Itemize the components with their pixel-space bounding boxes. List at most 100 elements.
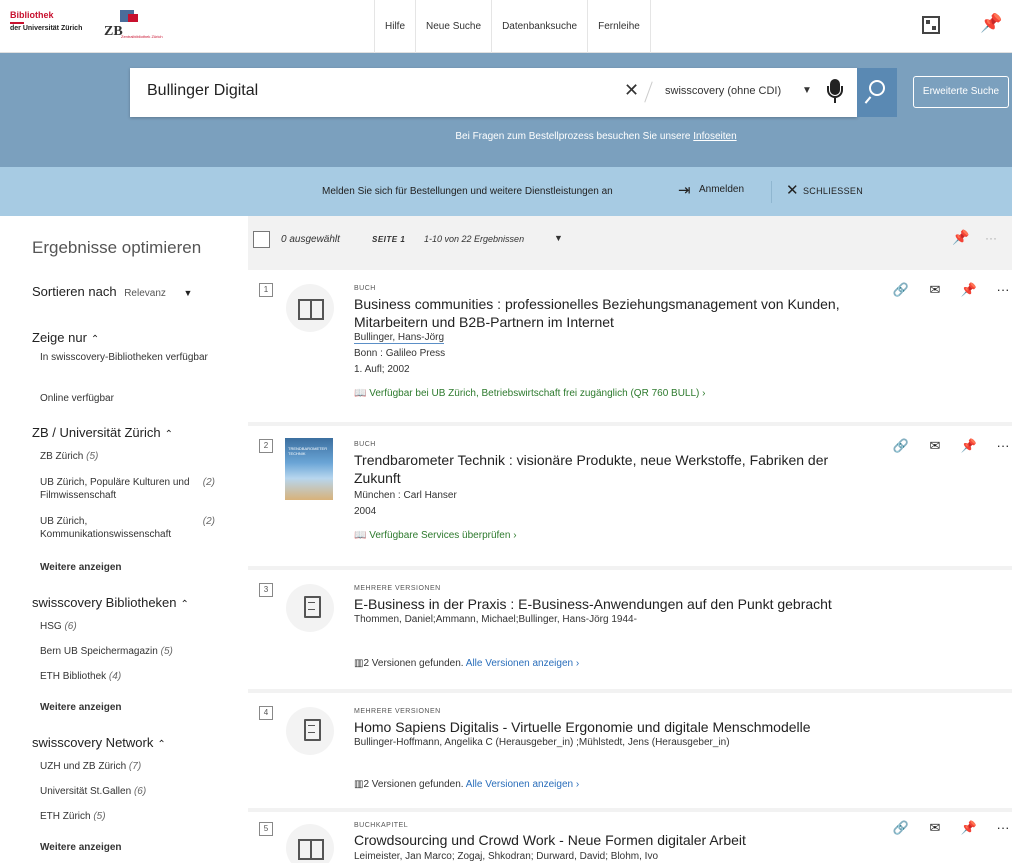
result-actions: 🔗 ✉ 📌 ··· <box>884 438 1012 454</box>
result-actions: 🔗 ✉ 📌 ··· <box>884 282 1012 298</box>
facet-heading-show-only[interactable]: Zeige nur ⌃ <box>32 330 99 345</box>
facet-item-label: UZH und ZB Zürich <box>40 761 127 772</box>
zb-logo-text: ZB <box>104 24 123 39</box>
pin-icon[interactable]: 📌 <box>980 13 1002 34</box>
facet-heading-network[interactable]: swisscovery Network ⌃ <box>32 735 166 750</box>
pin-icon[interactable]: 📌 <box>952 282 986 298</box>
result-title[interactable]: E-Business in der Praxis : E-Business-An… <box>354 596 854 614</box>
show-all-versions-link[interactable]: Alle Versionen anzeigen › <box>466 658 579 669</box>
more-icon[interactable]: ··· <box>986 438 1012 454</box>
sign-in-button[interactable]: Anmelden <box>699 184 744 195</box>
search-scope-select[interactable]: swisscovery (ohne CDI) <box>665 85 781 97</box>
uzh-library-logo[interactable]: Bibliothek der Universität Zürich <box>10 10 82 33</box>
facet-item-bern-ub[interactable]: Bern UB Speichermagazin (5) <box>40 646 215 659</box>
facet-item-in-swisscovery[interactable]: In swisscovery-Bibliotheken verfügbar <box>40 352 215 365</box>
qr-code-icon[interactable] <box>922 16 940 34</box>
facet-heading-libraries[interactable]: swisscovery Bibliotheken ⌃ <box>32 595 189 610</box>
info-link[interactable]: Infoseiten <box>693 131 736 142</box>
nav-fernleihe[interactable]: Fernleihe <box>588 0 651 53</box>
result-edition: 1. Aufl; 2002 <box>354 364 410 375</box>
facet-item-online[interactable]: Online verfügbar <box>40 393 215 406</box>
more-icon[interactable]: ··· <box>986 282 1012 298</box>
result-type: BUCH <box>354 441 376 448</box>
login-band: Melden Sie sich für Bestellungen und wei… <box>0 167 1012 216</box>
zb-logo[interactable]: ZB Zentralbibliothek Zürich <box>104 10 194 40</box>
result-title[interactable]: Trendbarometer Technik : visionäre Produ… <box>354 452 854 487</box>
sort-control[interactable]: Sortieren nach Relevanz ▼ <box>32 284 192 299</box>
pin-icon[interactable]: 📌 <box>952 229 969 246</box>
sort-value[interactable]: Relevanz <box>124 288 166 299</box>
result-actions: 🔗 ✉ 📌 ··· <box>884 820 1012 836</box>
result-card[interactable]: 3 MEHRERE VERSIONEN E-Business in der Pr… <box>248 570 1012 689</box>
cover-text: TRENDBAROMETER TECHNIK <box>288 446 328 456</box>
show-more-zb[interactable]: Weitere anzeigen <box>40 562 122 573</box>
facet-item-count: (7) <box>128 761 142 772</box>
facet-item-zb-zuerich[interactable]: ZB Zürich (5) <box>40 451 215 464</box>
advanced-search-button[interactable]: Erweiterte Suche <box>913 76 1009 108</box>
result-card[interactable]: 1 BUCH Business communities : profession… <box>248 270 1012 422</box>
selected-count: 0 ausgewählt <box>281 234 340 245</box>
page-indicator: SEITE 1 <box>372 235 406 244</box>
facet-item-eth-bibliothek[interactable]: ETH Bibliothek (4) <box>40 671 215 684</box>
close-icon[interactable]: ✕ <box>786 181 799 199</box>
link-icon[interactable]: 🔗 <box>884 438 918 454</box>
caret-down-icon[interactable]: ▼ <box>802 85 812 96</box>
facet-heading-zb[interactable]: ZB / Universität Zürich ⌃ <box>32 425 173 440</box>
book-cover-image[interactable]: TRENDBAROMETER TECHNIK <box>285 438 333 500</box>
result-title[interactable]: Homo Sapiens Digitalis - Virtuelle Ergon… <box>354 719 854 737</box>
search-button[interactable] <box>857 68 897 117</box>
more-icon[interactable]: ··· <box>985 231 997 245</box>
result-author[interactable]: Thommen, Daniel;Ammann, Michael;Bullinge… <box>354 614 637 625</box>
facet-item-ub-kommunikation[interactable]: UB Zürich, Kommunikationswissenschaft (2) <box>40 516 215 541</box>
nav-hilfe[interactable]: Hilfe <box>375 0 417 53</box>
result-type: MEHRERE VERSIONEN <box>354 585 441 592</box>
show-more-libraries[interactable]: Weitere anzeigen <box>40 702 122 713</box>
nav-neue-suche[interactable]: Neue Suche <box>416 0 493 53</box>
facet-item-uzh-zb[interactable]: UZH und ZB Zürich (7) <box>40 761 215 774</box>
more-icon[interactable]: ··· <box>986 820 1012 836</box>
book-icon <box>286 824 334 863</box>
facet-item-unisg[interactable]: Universität St.Gallen (6) <box>40 786 215 799</box>
sort-label: Sortieren nach <box>32 284 117 299</box>
author-link[interactable]: Bullinger, Hans-Jörg <box>354 332 445 344</box>
facet-heading-label: swisscovery Bibliotheken <box>32 595 177 610</box>
show-more-network[interactable]: Weitere anzeigen <box>40 842 122 853</box>
result-title[interactable]: Crowdsourcing und Crowd Work - Neue Form… <box>354 832 854 850</box>
results-pane: 0 ausgewählt SEITE 1 1-10 von 22 Ergebni… <box>248 216 1012 863</box>
search-input[interactable]: Bullinger Digital <box>147 82 258 100</box>
result-title[interactable]: Business communities : professionelles B… <box>354 296 854 331</box>
result-card[interactable]: 5 BUCHKAPITEL Crowdsourcing und Crowd Wo… <box>248 812 1012 863</box>
availability-text: Verfügbare Services überprüfen › <box>369 530 517 541</box>
facet-item-hsg[interactable]: HSG (6) <box>40 621 215 634</box>
nav-datenbanksuche[interactable]: Datenbanksuche <box>492 0 589 53</box>
result-number: 4 <box>259 706 273 720</box>
main-nav: Hilfe Neue Suche Datenbanksuche Fernleih… <box>374 0 651 53</box>
availability-link[interactable]: 📖 Verfügbare Services überprüfen › <box>354 530 517 541</box>
facet-item-count: (2) <box>202 477 215 488</box>
result-card[interactable]: 4 MEHRERE VERSIONEN Homo Sapiens Digital… <box>248 693 1012 808</box>
clear-search-icon[interactable]: ✕ <box>624 80 639 101</box>
link-icon[interactable]: 🔗 <box>884 282 918 298</box>
email-icon[interactable]: ✉ <box>918 438 952 454</box>
caret-down-icon[interactable]: ▼ <box>184 288 193 298</box>
result-card[interactable]: 2 TRENDBAROMETER TECHNIK BUCH Trendbarom… <box>248 426 1012 566</box>
facet-item-eth-zuerich[interactable]: ETH Zürich (5) <box>40 811 215 824</box>
sign-in-icon[interactable]: ⇥ <box>678 181 691 199</box>
show-all-versions-link[interactable]: Alle Versionen anzeigen › <box>466 779 579 790</box>
close-button[interactable]: SCHLIESSEN <box>803 186 863 196</box>
result-author[interactable]: Leimeister, Jan Marco; Zogaj, Shkodran; … <box>354 851 658 862</box>
pin-icon[interactable]: 📌 <box>952 438 986 454</box>
versions-text: 2 Versionen gefunden. <box>363 779 464 790</box>
microphone-icon[interactable] <box>826 79 846 105</box>
result-author[interactable]: Bullinger-Hoffmann, Angelika C (Herausge… <box>354 737 730 748</box>
email-icon[interactable]: ✉ <box>918 820 952 836</box>
link-icon[interactable]: 🔗 <box>884 820 918 836</box>
select-all-checkbox[interactable] <box>253 231 270 248</box>
pin-icon[interactable]: 📌 <box>952 820 986 836</box>
facet-item-ub-populaere-kulturen[interactable]: UB Zürich, Populäre Kulturen und Filmwis… <box>40 477 215 502</box>
availability-link[interactable]: 📖 Verfügbar bei UB Zürich, Betriebswirts… <box>354 388 706 399</box>
result-author[interactable]: Bullinger, Hans-Jörg <box>354 332 445 344</box>
caret-down-icon[interactable]: ▼ <box>554 233 563 243</box>
facet-item-label: Universität St.Gallen <box>40 786 132 797</box>
email-icon[interactable]: ✉ <box>918 282 952 298</box>
